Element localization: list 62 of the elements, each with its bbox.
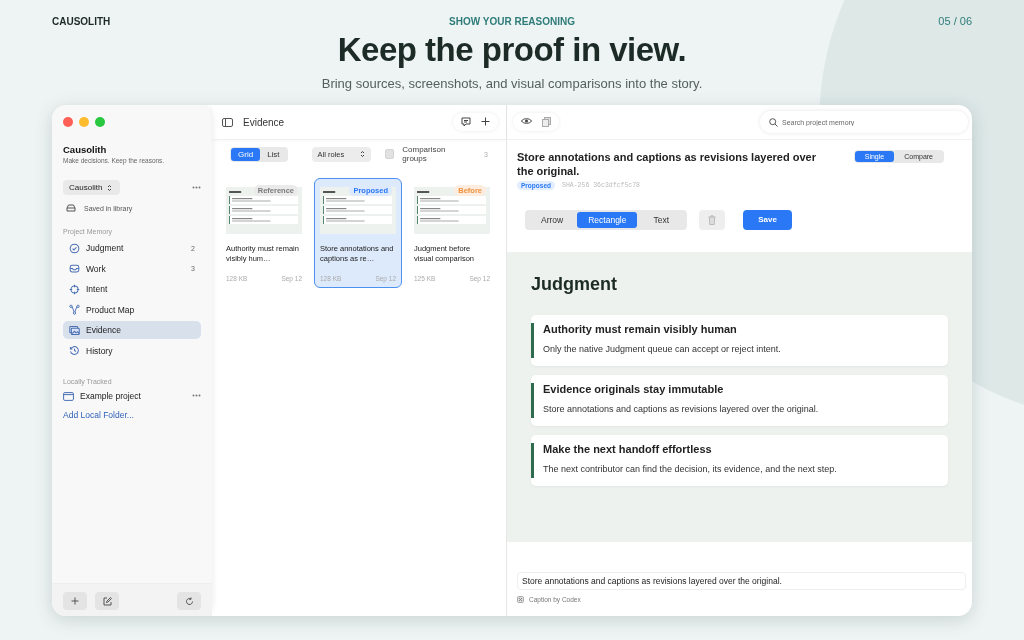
chevrons-icon: [359, 149, 365, 158]
crosshair-icon: [69, 283, 80, 295]
photos-icon: [69, 324, 80, 336]
eye-icon: [521, 117, 532, 125]
workspace-picker[interactable]: Causolith: [63, 180, 120, 195]
compose-button[interactable]: [95, 592, 119, 610]
headline: Keep the proof in view.: [336, 31, 688, 69]
checkbox[interactable]: [384, 149, 395, 159]
more-icon[interactable]: [192, 393, 201, 397]
panel-title: Evidence: [243, 116, 286, 128]
tool-tab[interactable]: Rectangle: [577, 211, 638, 228]
section-kicker: SHOW YOUR REASONING: [449, 15, 575, 27]
page-counter: 05 / 06: [938, 15, 972, 27]
drive-icon: [66, 204, 76, 212]
app-name: Causolith: [63, 144, 108, 155]
more-icon[interactable]: [192, 186, 201, 189]
evidence-title: Store annotations and captions as revisions layered over the original.: [517, 150, 817, 179]
comment-button[interactable]: [461, 117, 471, 127]
sidebar-item[interactable]: History: [63, 341, 201, 360]
principle-title: Evidence originals stay immutable: [543, 382, 725, 395]
comment-icon: [461, 117, 471, 127]
tool-tab[interactable]: Text: [637, 211, 686, 228]
view-tab[interactable]: Grid: [231, 147, 261, 161]
search-icon: [769, 117, 778, 127]
nodes-icon: [69, 304, 80, 315]
tray-icon: [69, 263, 80, 274]
checkbox-label: Comparison groups: [402, 145, 447, 163]
checkbox-icon: [517, 595, 524, 603]
folder-item[interactable]: Example project: [63, 391, 141, 401]
principle-text: Only the native Judgment queue can accept or reject intent.: [543, 343, 782, 354]
caption-field[interactable]: Store annotations and captions as revisions layered over the original.: [517, 571, 966, 590]
principle-title: Authority must remain visibly human: [543, 322, 738, 335]
sidebar-toggle-icon[interactable]: [222, 117, 233, 127]
brand-name: CAUSOLITH: [52, 15, 112, 27]
folder-icon: [63, 391, 74, 401]
sidebar-item[interactable]: Evidence: [63, 321, 201, 339]
sidebar-item[interactable]: Product Map: [63, 300, 201, 319]
add-button[interactable]: [481, 117, 490, 127]
check-circle-icon: [69, 242, 80, 254]
view-tab[interactable]: List: [260, 147, 287, 161]
preview-button[interactable]: [521, 117, 532, 127]
compose-icon: [102, 596, 112, 606]
save-button[interactable]: Save: [743, 209, 793, 230]
copy-button[interactable]: [542, 117, 551, 127]
add-folder-link[interactable]: Add Local Folder...: [63, 410, 134, 420]
principle-text: Store annotations and captions as revisions layered over the original.: [543, 403, 820, 414]
history-icon: [69, 345, 80, 356]
plus-icon: [481, 117, 490, 126]
subtitle: Bring sources, screenshots, and visual comparisons into the story.: [321, 76, 703, 91]
refresh-button[interactable]: [177, 592, 201, 610]
plus-icon: [71, 597, 79, 605]
tool-tab[interactable]: Arrow: [527, 211, 578, 228]
preview-heading: Judgment: [531, 273, 618, 295]
trash-icon: [708, 214, 717, 225]
refresh-icon: [184, 596, 194, 606]
close-icon[interactable]: [63, 117, 73, 127]
copy-icon: [542, 117, 551, 127]
chevrons-icon: [107, 183, 113, 192]
zoom-icon[interactable]: [95, 117, 105, 127]
sidebar-item[interactable]: Intent: [63, 280, 201, 298]
principle-text: The next contributor can find the decision, its evidence, and the next step.: [543, 463, 838, 474]
principle-title: Make the next handoff effortless: [543, 442, 713, 455]
